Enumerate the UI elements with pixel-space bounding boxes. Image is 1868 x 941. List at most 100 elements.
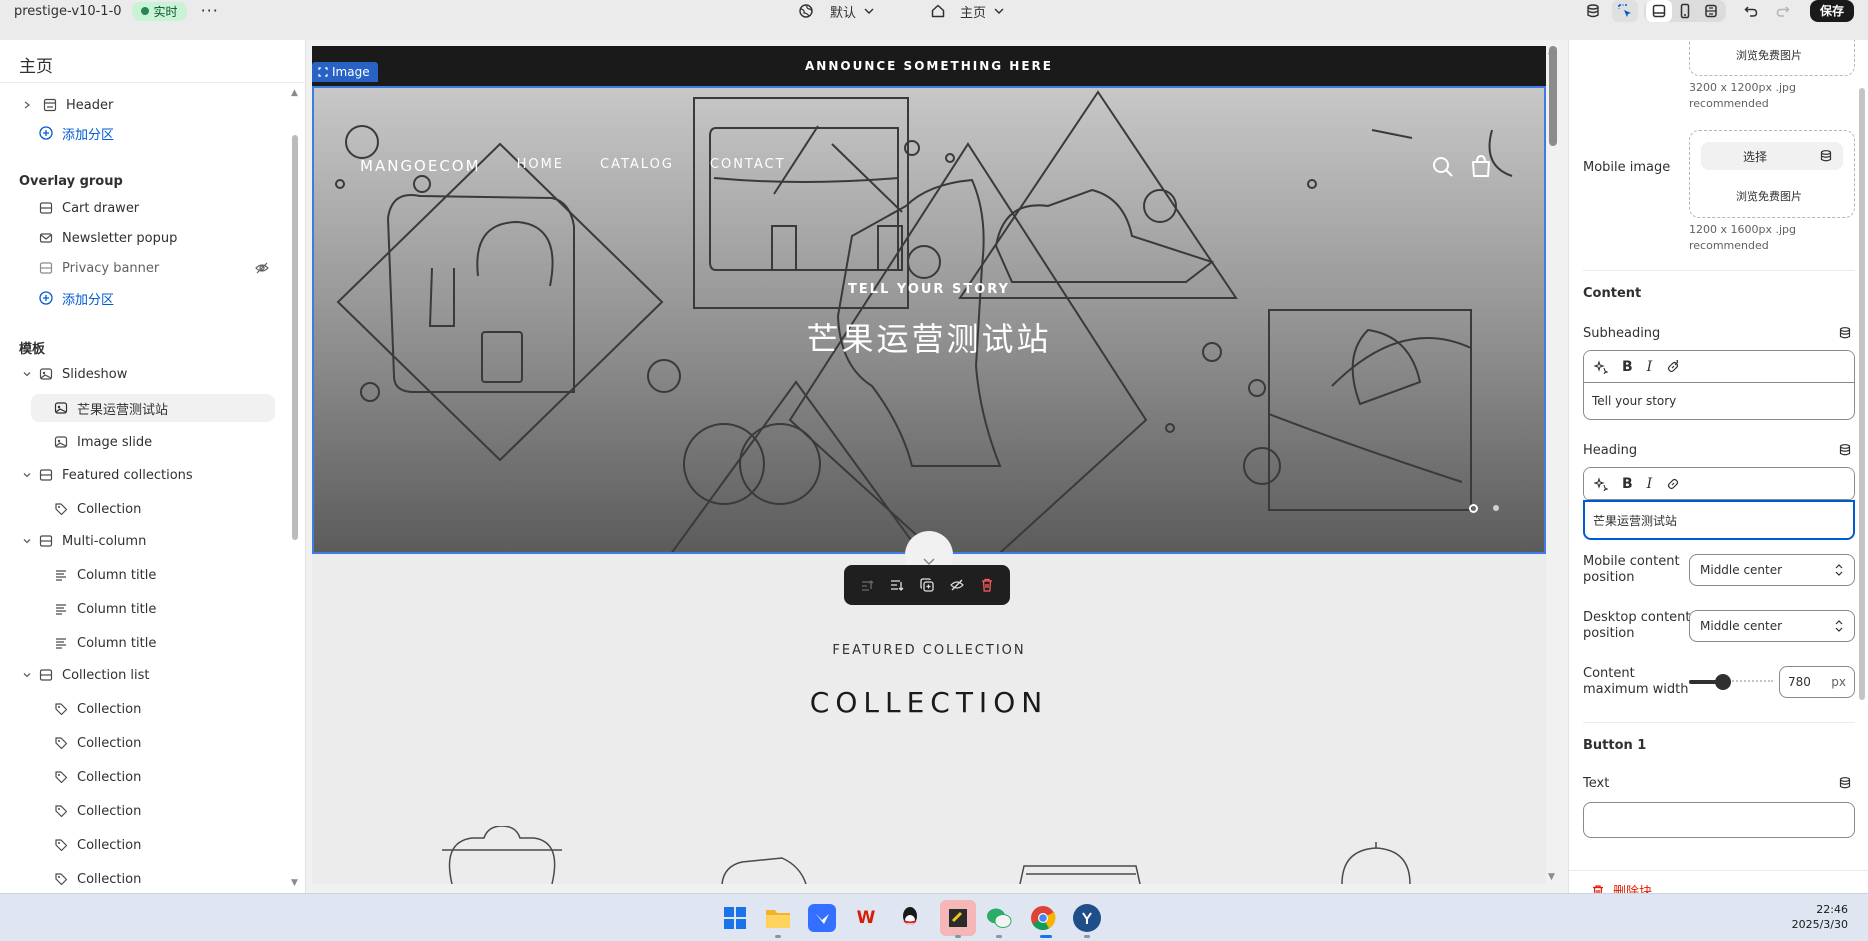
subheading-input[interactable]: Tell your story xyxy=(1584,383,1854,419)
tree-item-collection[interactable]: Collection xyxy=(53,831,305,859)
tree-item-cart-drawer[interactable]: Cart drawer xyxy=(38,194,305,222)
full-width-view-icon[interactable] xyxy=(1698,0,1724,22)
file-explorer-icon[interactable] xyxy=(764,904,792,932)
ai-sparkle-icon[interactable] xyxy=(1594,476,1608,491)
browse-free-images-link[interactable]: 浏览免费图片 xyxy=(1736,47,1802,63)
delete-block-button[interactable]: 删除块 xyxy=(1591,881,1652,893)
tree-item-slide-selected[interactable]: 芒果运营测试站 xyxy=(31,394,275,422)
slide-indicator[interactable] xyxy=(1493,505,1499,511)
scroll-down-arrow-icon[interactable]: ▼ xyxy=(291,878,298,888)
left-scrollbar[interactable] xyxy=(292,135,298,540)
button-text-input[interactable] xyxy=(1583,802,1855,838)
store-nav-home[interactable]: HOME xyxy=(517,157,564,175)
scroll-down-arrow-icon[interactable]: ▼ xyxy=(1548,872,1555,882)
qq-icon[interactable] xyxy=(896,904,924,932)
tree-item-column[interactable]: Column title xyxy=(53,561,305,589)
dynamic-source-icon[interactable] xyxy=(1838,776,1852,790)
select-image-button[interactable]: 选择 xyxy=(1701,142,1843,170)
tree-item-image-slide[interactable]: Image slide xyxy=(53,428,305,456)
hide-icon[interactable] xyxy=(946,574,968,596)
italic-icon[interactable]: I xyxy=(1647,359,1653,375)
canvas-scrollbar[interactable] xyxy=(1549,46,1557,146)
featured-subheading[interactable]: FEATURED COLLECTION xyxy=(312,643,1546,658)
chrome-icon[interactable] xyxy=(1029,904,1057,932)
tree-item-privacy-banner[interactable]: Privacy banner xyxy=(38,254,270,282)
slider-thumb[interactable] xyxy=(1715,674,1731,690)
database-icon[interactable] xyxy=(1580,0,1606,22)
search-icon[interactable] xyxy=(1432,156,1454,178)
feishu-icon[interactable] xyxy=(808,904,836,932)
undo-icon[interactable] xyxy=(1738,0,1764,22)
eye-off-icon[interactable] xyxy=(254,260,270,276)
move-up-icon[interactable] xyxy=(856,574,878,596)
italic-icon[interactable]: I xyxy=(1647,476,1653,492)
desktop-view-icon[interactable] xyxy=(1645,0,1672,22)
max-width-slider[interactable] xyxy=(1689,674,1773,690)
announcement-bar[interactable]: ANNOUNCE SOMETHING HERE xyxy=(312,46,1546,86)
hero-slideshow[interactable]: MANGOECOM HOME CATALOG CONTACT TELL YOUR… xyxy=(312,86,1546,554)
tree-item-collection[interactable]: Collection xyxy=(53,865,305,893)
sticky-notes-icon[interactable] xyxy=(940,900,976,936)
chevron-down-icon[interactable] xyxy=(20,670,34,680)
chevron-down-icon[interactable] xyxy=(20,470,34,480)
tree-item-collection-list[interactable]: Collection list xyxy=(20,661,305,689)
save-button[interactable]: 保存 xyxy=(1809,0,1854,22)
link-icon[interactable] xyxy=(1666,359,1680,374)
tree-item-collection[interactable]: Collection xyxy=(53,797,305,825)
browse-free-images-link[interactable]: 浏览免费图片 xyxy=(1736,188,1802,204)
hero-subheading[interactable]: TELL YOUR STORY xyxy=(312,282,1546,297)
tree-item-collection[interactable]: Collection xyxy=(53,763,305,791)
tree-item-header[interactable]: Header xyxy=(20,91,305,119)
link-icon[interactable] xyxy=(1666,477,1680,491)
chevron-down-icon[interactable] xyxy=(20,536,34,546)
store-nav-catalog[interactable]: CATALOG xyxy=(600,157,674,175)
redo-icon[interactable] xyxy=(1770,0,1796,22)
tree-item-featured-collections[interactable]: Featured collections xyxy=(20,461,305,489)
page-selector[interactable]: 主页 xyxy=(930,0,1006,22)
slide-indicator-active[interactable] xyxy=(1469,504,1478,513)
add-section-button[interactable]: 添加分区 xyxy=(38,119,305,147)
more-actions-button[interactable]: ··· xyxy=(197,3,223,19)
tree-item-column[interactable]: Column title xyxy=(53,629,305,657)
scroll-up-arrow-icon[interactable]: ▲ xyxy=(291,88,298,98)
heading-input[interactable]: 芒果运营测试站 xyxy=(1585,502,1853,538)
yandex-icon[interactable] xyxy=(1073,904,1101,932)
hero-heading[interactable]: 芒果运营测试站 xyxy=(312,314,1546,360)
bold-icon[interactable]: B xyxy=(1622,359,1633,375)
mobile-view-icon[interactable] xyxy=(1672,0,1698,22)
tree-item-newsletter-popup[interactable]: Newsletter popup xyxy=(38,224,305,252)
desktop-position-value: Middle center xyxy=(1700,619,1783,633)
move-down-icon[interactable] xyxy=(886,574,908,596)
tree-item-slideshow[interactable]: Slideshow xyxy=(20,360,305,388)
wechat-icon[interactable] xyxy=(985,904,1013,932)
store-logo[interactable]: MANGOECOM xyxy=(360,157,481,175)
tree-item-multi-column[interactable]: Multi-column xyxy=(20,527,305,555)
tree-item-collection[interactable]: Collection xyxy=(53,729,305,757)
dynamic-source-icon[interactable] xyxy=(1838,326,1852,340)
duplicate-icon[interactable] xyxy=(916,574,938,596)
delete-icon[interactable] xyxy=(976,574,998,596)
inspector-icon[interactable] xyxy=(1611,0,1638,22)
select-image-label: 选择 xyxy=(1743,149,1768,164)
tree-item-column[interactable]: Column title xyxy=(53,595,305,623)
scroll-up-arrow-icon[interactable]: ▲ xyxy=(1548,46,1555,56)
windows-start-icon[interactable] xyxy=(721,904,749,932)
bold-icon[interactable]: B xyxy=(1622,476,1633,492)
max-width-input[interactable]: 780 px xyxy=(1779,666,1855,698)
desktop-position-select[interactable]: Middle center xyxy=(1689,610,1855,642)
system-clock[interactable]: 22:46 2025/3/30 xyxy=(1792,902,1848,932)
cart-icon[interactable] xyxy=(1470,154,1492,178)
ai-sparkle-icon[interactable] xyxy=(1594,359,1608,374)
add-section-button[interactable]: 添加分区 xyxy=(38,284,305,312)
featured-heading[interactable]: COLLECTION xyxy=(312,686,1546,719)
wps-icon[interactable]: W xyxy=(852,904,880,932)
chevron-down-icon[interactable] xyxy=(20,369,34,379)
store-nav-contact[interactable]: CONTACT xyxy=(710,157,786,175)
mobile-position-select[interactable]: Middle center xyxy=(1689,554,1855,586)
theme-selector[interactable]: 默认 xyxy=(798,0,876,22)
right-scrollbar[interactable] xyxy=(1859,88,1865,700)
dynamic-source-icon[interactable] xyxy=(1838,443,1852,457)
store-name[interactable]: prestige-v10-1-0 xyxy=(14,4,122,19)
tree-item-collection[interactable]: Collection xyxy=(53,495,305,523)
tree-item-collection[interactable]: Collection xyxy=(53,695,305,723)
